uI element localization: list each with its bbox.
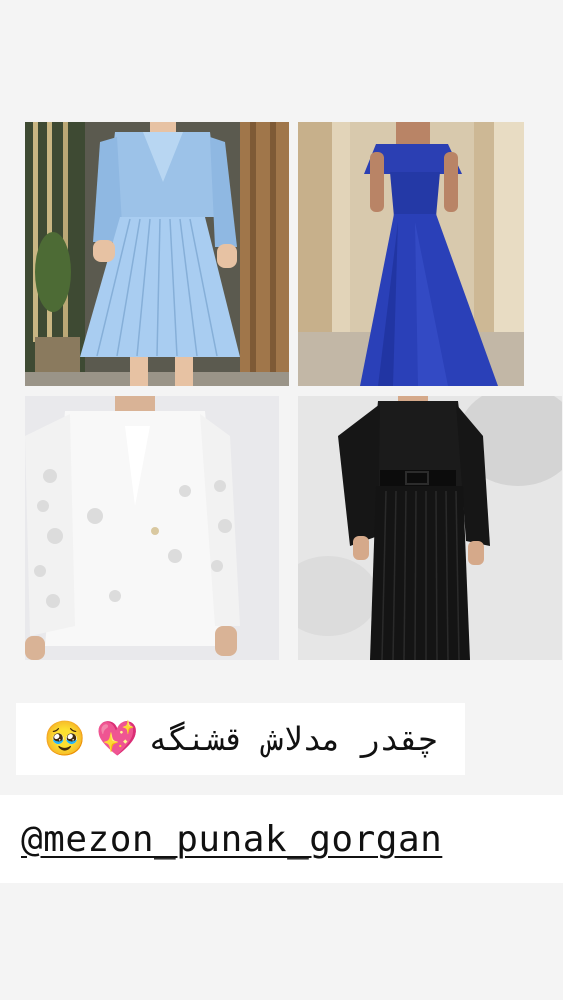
pleading-face-emoji: 🥹: [43, 719, 86, 759]
white-lace-blazer-photo: [25, 396, 279, 660]
sparkling-heart-emoji: 💖: [96, 719, 139, 759]
story-canvas: 🥹 💖 چقدر مدلاش قشنگه @mezon_punak_gorgan: [0, 0, 563, 1000]
mention-sticker[interactable]: @mezon_punak_gorgan: [0, 795, 563, 883]
caption-sticker: 🥹 💖 چقدر مدلاش قشنگه: [16, 703, 465, 775]
mention-link[interactable]: @mezon_punak_gorgan: [21, 819, 442, 860]
royal-blue-gown-photo: [298, 122, 524, 386]
caption-text: چقدر مدلاش قشنگه: [148, 720, 438, 758]
black-jumpsuit-photo: [298, 396, 562, 660]
light-blue-dress-photo: [25, 122, 289, 386]
caption-row: 🥹 💖 چقدر مدلاش قشنگه: [44, 720, 438, 758]
